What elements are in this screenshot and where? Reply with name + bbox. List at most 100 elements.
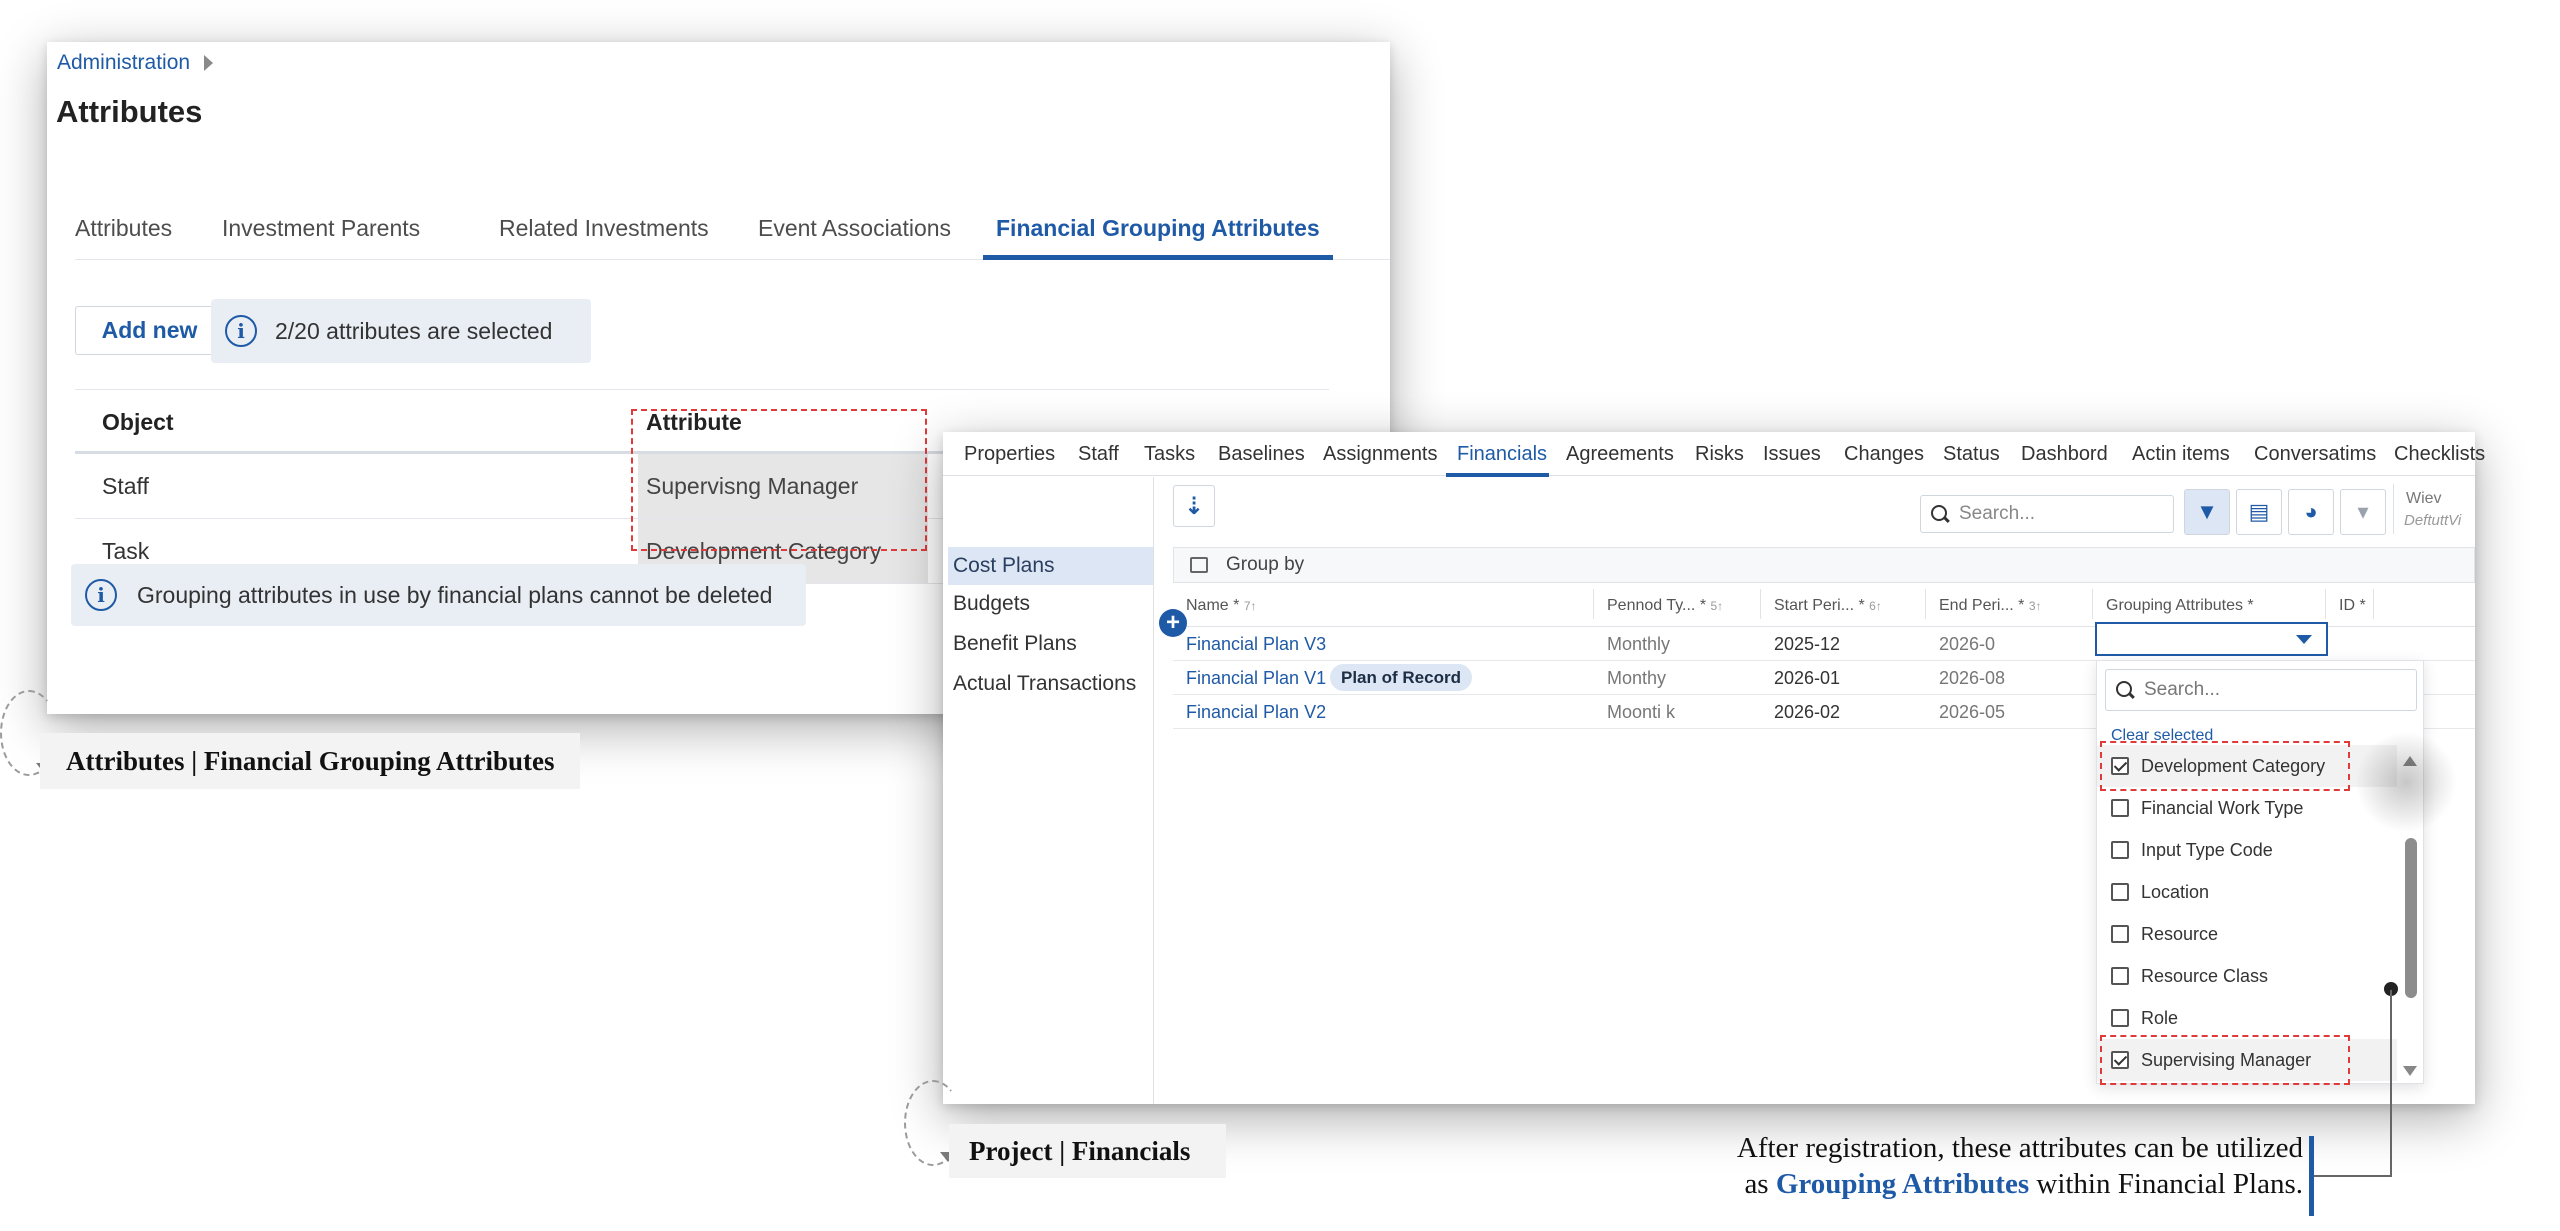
- sidebar-item-benefit-plans[interactable]: Benefit Plans: [948, 625, 1153, 663]
- view-label: Wiev: [2406, 490, 2442, 507]
- plan-name-link[interactable]: Financial Plan V1: [1186, 668, 1326, 689]
- scrollbar-thumb[interactable]: [2405, 838, 2417, 998]
- tab-baselines[interactable]: Baselines: [1218, 443, 1305, 466]
- sort-indicator: 6↑: [1869, 599, 1882, 613]
- highlight-box-supervising-manager: [2100, 1035, 2350, 1085]
- checkbox-unchecked[interactable]: [2111, 1009, 2129, 1027]
- cell-start-period: 2026-02: [1774, 702, 1841, 722]
- column-header-object: Object: [102, 409, 174, 435]
- required-star: *: [2247, 597, 2254, 614]
- sidebar-item-actual-transactions[interactable]: Actual Transactions: [948, 665, 1153, 703]
- column-id-label: ID: [2339, 597, 2355, 614]
- sort-indicator: 5↑: [1710, 599, 1724, 613]
- column-header-id[interactable]: ID *: [2339, 597, 2366, 615]
- note-prefix: as: [1744, 1168, 1769, 1200]
- selection-info-banner: i 2/20 attributes are selected: [211, 299, 591, 363]
- scroll-down-arrow[interactable]: [2403, 1066, 2417, 1076]
- tab-conversations[interactable]: Conversatims: [2254, 443, 2376, 466]
- checkbox-unchecked[interactable]: [2111, 883, 2129, 901]
- tab-properties[interactable]: Properties: [964, 443, 1055, 466]
- tab-related-investments[interactable]: Related Investments: [499, 208, 709, 260]
- tab-checklists[interactable]: Checklists: [2394, 443, 2485, 466]
- project-financials-panel: Properties Staff Tasks Baselines Assignm…: [943, 432, 2485, 1104]
- grouping-attributes-combobox[interactable]: [2095, 622, 2328, 656]
- chevron-right-icon: [204, 55, 214, 71]
- add-row-button[interactable]: +: [1159, 609, 1187, 637]
- active-tab-underline: [1446, 473, 1549, 477]
- add-new-button[interactable]: Add new: [75, 306, 224, 355]
- dropdown-search-placeholder: Search...: [2144, 679, 2221, 700]
- option-label: Resource Class: [2141, 965, 2269, 986]
- caption-attributes: Attributes | Financial Grouping Attribut…: [40, 733, 581, 789]
- tab-financial-grouping-attributes[interactable]: Financial Grouping Attributes: [983, 208, 1333, 260]
- required-star: *: [2018, 597, 2025, 614]
- tab-tasks[interactable]: Tasks: [1144, 443, 1195, 466]
- plus-icon: +: [1165, 609, 1180, 636]
- plan-name-link[interactable]: Financial Plan V2: [1186, 702, 1326, 723]
- grid-search-box[interactable]: Search...: [1920, 495, 2174, 533]
- info-icon: i: [85, 579, 117, 611]
- column-separator: [1593, 589, 1594, 619]
- column-header-period-type[interactable]: Pennod Ty... * 5↑: [1607, 597, 1723, 615]
- option-label: Financial Work Type: [2141, 797, 2304, 818]
- filter-button[interactable]: ▼: [2184, 489, 2230, 535]
- checkbox-unchecked[interactable]: [2111, 799, 2129, 817]
- tab-dashboard[interactable]: Dashbord: [2021, 443, 2108, 466]
- column-header-name[interactable]: Name * 7↑: [1186, 597, 1257, 615]
- page-title: Attributes: [56, 94, 203, 129]
- tab-financials[interactable]: Financials: [1457, 443, 1547, 466]
- tab-risks[interactable]: Risks: [1695, 443, 1744, 466]
- tab-issues[interactable]: Issues: [1763, 443, 1821, 466]
- option-location[interactable]: Location: [2097, 871, 2397, 913]
- plan-name-link[interactable]: Financial Plan V3: [1186, 634, 1326, 655]
- sidebar-item-cost-plans[interactable]: Cost Plans: [948, 547, 1153, 585]
- checkbox-unchecked[interactable]: [2111, 967, 2129, 985]
- option-role[interactable]: Role: [2097, 997, 2397, 1039]
- caption-project-financials: Project | Financials: [949, 1124, 1227, 1178]
- search-icon: [1931, 505, 1949, 523]
- cell-period-type: Moonti k: [1607, 702, 1676, 722]
- column-header-end-period[interactable]: End Peri... * 3↑: [1939, 597, 2042, 615]
- filter-icon: ▼: [2196, 499, 2218, 524]
- more-button[interactable]: ▾: [2340, 489, 2386, 535]
- view-value: DeftuttVi: [2404, 512, 2462, 529]
- cell-object: Staff: [102, 473, 149, 499]
- caret-down-icon: [2296, 635, 2312, 644]
- cell-end-period: 2026-08: [1939, 668, 2006, 688]
- option-label: Input Type Code: [2141, 839, 2273, 860]
- plan-of-record-badge: Plan of Record: [1330, 664, 1472, 691]
- breadcrumb[interactable]: Administration: [57, 50, 214, 76]
- export-download-button[interactable]: ⇣: [1173, 485, 1215, 527]
- tab-staff[interactable]: Staff: [1078, 443, 1119, 466]
- option-resource[interactable]: Resource: [2097, 913, 2397, 955]
- tab-changes[interactable]: Changes: [1844, 443, 1924, 466]
- sidebar-item-budgets[interactable]: Budgets: [948, 585, 1153, 623]
- option-input-type-code[interactable]: Input Type Code: [2097, 829, 2397, 871]
- dropdown-search-input[interactable]: Search...: [2105, 669, 2417, 711]
- checkbox-unchecked[interactable]: [2111, 841, 2129, 859]
- view-selector[interactable]: Wiev DeftuttVi: [2393, 484, 2475, 534]
- tab-assignments[interactable]: Assignments: [1323, 443, 1438, 466]
- group-by-icon: [1190, 557, 1208, 573]
- tab-investment-parents[interactable]: Investment Parents: [222, 208, 420, 260]
- required-star: *: [1699, 597, 1707, 614]
- breadcrumb-administration[interactable]: Administration: [57, 51, 190, 75]
- tab-action-items[interactable]: Actin items: [2132, 443, 2230, 466]
- column-header-grouping-attributes[interactable]: Grouping Attributes *: [2106, 597, 2254, 615]
- checkbox-unchecked[interactable]: [2111, 925, 2129, 943]
- group-by-bar[interactable]: Group by: [1173, 547, 2475, 583]
- column-separator: [1760, 589, 1761, 619]
- chart-button[interactable]: ◕: [2288, 489, 2334, 535]
- tab-attributes[interactable]: Attributes: [75, 208, 172, 260]
- cell-start-period: 2025-12: [1774, 634, 1841, 654]
- columns-button[interactable]: ▤: [2236, 489, 2282, 535]
- tab-event-associations[interactable]: Event Associations: [758, 208, 951, 260]
- note-suffix: within Financial Plans.: [2036, 1168, 2303, 1200]
- column-name-label: Name: [1186, 597, 1229, 614]
- option-resource-class[interactable]: Resource Class: [2097, 955, 2397, 997]
- column-header-start-period[interactable]: Start Peri... * 6↑: [1774, 597, 1882, 615]
- sort-indicator: 3↑: [2028, 599, 2042, 613]
- tab-agreements[interactable]: Agreements: [1566, 443, 1674, 466]
- cell-period-type: Monthy: [1607, 668, 1667, 688]
- tab-status[interactable]: Status: [1943, 443, 2000, 466]
